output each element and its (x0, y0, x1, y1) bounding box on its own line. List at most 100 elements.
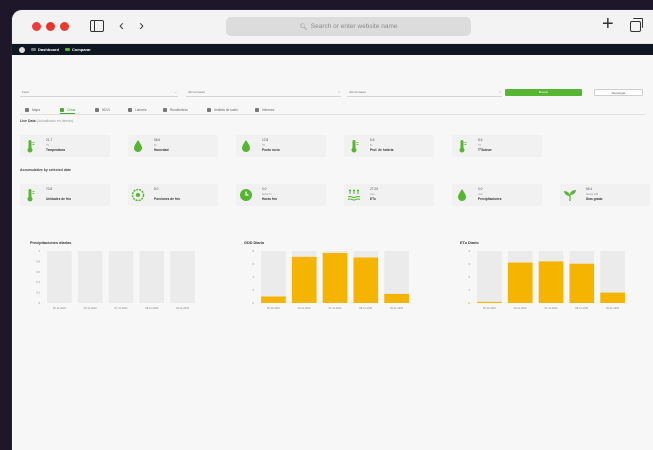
browser-window: ‹ › 🔍︎ Search or enter website name + Da… (12, 10, 653, 450)
bar-background (139, 251, 165, 303)
live-data-card: 8.6 °C T°Subsw (452, 135, 542, 157)
app-logo[interactable] (19, 46, 25, 53)
gdd-chart-title: GDD Diario (244, 241, 265, 245)
y-tick-label: 4 (469, 249, 471, 253)
card-unit: % (370, 143, 373, 147)
close-window-button[interactable] (32, 22, 41, 31)
tab-label: Mapa (32, 108, 40, 112)
soil-thermometer-icon (455, 139, 469, 153)
bar[interactable] (507, 262, 533, 303)
x-tick-label: 06-11-2022 (298, 306, 312, 310)
bar[interactable] (384, 293, 409, 303)
x-tick-label: 07-11-2022 (544, 306, 558, 310)
y-tick-label: 2 (469, 275, 471, 279)
address-bar[interactable]: 🔍︎ Search or enter website name (226, 17, 471, 36)
bar-background (108, 251, 134, 303)
x-tick-label: 09-11-2022 (390, 306, 404, 310)
bar-background (77, 251, 103, 303)
filters-bar: Field ⌄ dd/mm/aaaa □ dd/mm/aaaa □ Buscar De… (20, 89, 645, 97)
card-label: Unidades de frío (46, 197, 71, 201)
thermometer-icon (23, 188, 37, 202)
new-tab-icon[interactable]: + (602, 14, 614, 34)
soil-depth-thermometer-icon (347, 139, 361, 153)
bar[interactable] (353, 257, 379, 304)
card-unit: horas GD (586, 192, 598, 196)
date-to-input[interactable]: dd/mm/aaaa □ (347, 89, 502, 97)
calendar-icon: □ (338, 90, 340, 94)
dashboard-icon (31, 48, 36, 52)
dew-point-icon (239, 139, 253, 153)
rain-drop-icon (455, 188, 469, 202)
card-label: Humedad (154, 148, 169, 152)
bar[interactable] (569, 263, 595, 303)
tab-rendimiento[interactable]: Rendimiento (163, 106, 188, 114)
card-unit: % (154, 143, 157, 147)
y-tick-label: 0.4 (36, 280, 40, 284)
accumulated-card: 0.0 mm Precipitaciones (452, 184, 542, 206)
card-unit: mm (478, 192, 483, 196)
address-placeholder: Search or enter website name (310, 23, 398, 30)
card-value: 21.7 (46, 138, 53, 142)
date-from-input[interactable]: dd/mm/aaaa □ (186, 89, 341, 97)
live-data-card: 12.8 °C Punto rocío (236, 135, 326, 157)
bar[interactable] (261, 296, 286, 304)
tab-clima[interactable]: Clima (60, 106, 76, 114)
search-button[interactable]: Buscar (505, 89, 582, 96)
x-tick-label: 08-11-2022 (145, 306, 159, 310)
card-label: ETo (370, 197, 376, 201)
tab-labores[interactable]: Labores (128, 106, 147, 114)
dashboard-content: Field ⌄ dd/mm/aaaa □ dd/mm/aaaa □ Buscar De… (12, 55, 653, 450)
y-tick-label: 0.6 (36, 270, 40, 274)
minimize-window-button[interactable] (46, 22, 55, 31)
bar[interactable] (322, 252, 348, 303)
zoom-window-button[interactable] (60, 22, 69, 31)
field-select[interactable]: Field ⌄ (20, 89, 178, 97)
tab-label: Informes (262, 108, 275, 112)
card-value: 5.6 (370, 138, 375, 142)
y-tick-label: 2 (253, 288, 255, 292)
bar[interactable] (477, 301, 502, 303)
tabs-overview-icon[interactable] (630, 18, 643, 32)
card-value: 66.4 (586, 187, 593, 191)
compare-link[interactable]: Comparar (64, 47, 91, 52)
forward-icon[interactable]: › (139, 17, 144, 34)
card-value: 0.0 (478, 187, 483, 191)
live-data-card: 21.7 °C Temperatura (20, 135, 110, 157)
tab-label: NDVI (102, 108, 110, 112)
tab-ndvi[interactable]: NDVI (95, 106, 110, 114)
precip-chart-title: Precipitaciones diarias (30, 241, 72, 245)
y-tick-label: 3 (469, 262, 471, 266)
x-tick-label: 08-11-2022 (575, 306, 589, 310)
humidity-drop-icon (131, 139, 145, 153)
accumulated-title: Accumulative by selected date (20, 168, 71, 172)
bar[interactable] (600, 292, 625, 303)
bar-background (261, 251, 286, 303)
accumulated-card: 70.8 Unidades de frío (20, 184, 110, 206)
sidebar-icon[interactable] (90, 20, 104, 32)
bar[interactable] (291, 256, 317, 303)
browser-toolbar: ‹ › 🔍︎ Search or enter website name + (12, 10, 653, 44)
back-icon[interactable]: ‹ (119, 17, 124, 34)
bar[interactable] (538, 261, 564, 303)
card-value: 0.0 (262, 187, 267, 191)
tab-informes[interactable]: Informes (255, 106, 274, 114)
download-button[interactable]: Descargar (594, 89, 643, 96)
card-value: 56.6 (154, 138, 161, 142)
compare-icon (64, 48, 70, 52)
dashboard-link[interactable]: Dashboard (31, 47, 59, 52)
x-tick-label: 06-11-2022 (84, 306, 98, 310)
thermometer-icon (23, 139, 37, 153)
x-tick-label: 09-11-2022 (176, 306, 190, 310)
card-value: 27.25 (370, 187, 378, 191)
card-label: Horas frío (262, 197, 278, 201)
x-tick-label: 05-11-2022 (267, 306, 281, 310)
y-tick-label: 1 (469, 288, 471, 292)
tab-mapa[interactable]: Mapa (25, 106, 40, 114)
tab-an-lisis-de-suelo[interactable]: Análisis de suelo (207, 106, 238, 114)
search-icon: 🔍︎ (299, 23, 308, 31)
y-tick-label: 0 (39, 301, 41, 305)
x-tick-label: 05-11-2022 (483, 306, 497, 310)
card-unit: °C (46, 143, 50, 147)
card-label: Días grado (586, 197, 603, 201)
card-label: Porciones de frío (154, 197, 181, 201)
